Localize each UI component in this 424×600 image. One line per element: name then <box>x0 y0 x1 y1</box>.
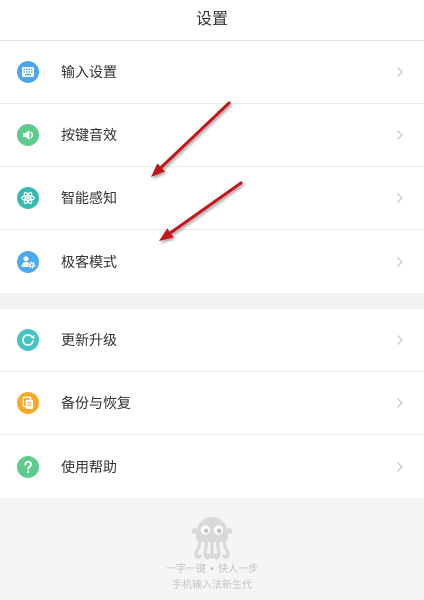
page-title-bar: 设置 <box>0 0 424 41</box>
settings-item-label: 备份与恢复 <box>61 396 131 412</box>
settings-item-label: 更新升级 <box>61 333 117 349</box>
help-icon <box>17 455 39 478</box>
backup-icon <box>17 392 39 414</box>
settings-item-help[interactable]: 使用帮助 <box>0 435 424 498</box>
footer-slogan: 一字一键 • 快人一步 <box>165 564 259 575</box>
section-separator <box>0 293 424 309</box>
octopus-logo <box>190 514 234 560</box>
chevron-right-icon <box>396 66 404 78</box>
settings-item-geek-mode[interactable]: 极客模式 <box>0 230 424 293</box>
settings-item-label: 输入设置 <box>61 65 117 81</box>
geek-mode-icon <box>17 250 39 273</box>
speaker-icon <box>17 124 39 146</box>
settings-item-backup-restore[interactable]: 备份与恢复 <box>0 372 424 435</box>
chevron-right-icon <box>396 192 404 204</box>
refresh-icon <box>17 329 39 351</box>
settings-item-smart-sense[interactable]: 智能感知 <box>0 167 424 230</box>
settings-item-key-sound[interactable]: 按键音效 <box>0 104 424 167</box>
keyboard-icon <box>17 61 39 83</box>
chevron-right-icon <box>396 129 404 141</box>
chevron-right-icon <box>396 461 404 473</box>
atom-icon <box>17 187 39 209</box>
settings-item-input-settings[interactable]: 输入设置 <box>0 41 424 104</box>
chevron-right-icon <box>396 256 404 268</box>
settings-item-label: 按键音效 <box>61 128 117 144</box>
chevron-right-icon <box>396 334 404 346</box>
settings-item-label: 智能感知 <box>61 191 117 207</box>
page-title: 设置 <box>195 9 228 28</box>
settings-item-label: 极客模式 <box>61 254 117 271</box>
settings-item-label: 使用帮助 <box>61 459 117 476</box>
chevron-right-icon <box>396 397 404 409</box>
settings-group-1: 输入设置 按键音效 智能感知 极客模式 <box>0 41 424 293</box>
settings-item-update[interactable]: 更新升级 <box>0 309 424 372</box>
footer-tagline: 手机输入法新生代 <box>172 580 252 591</box>
footer: 一字一键 • 快人一步 手机输入法新生代 <box>0 498 424 600</box>
settings-page: 设置 输入设置 按键音效 智能感知 极客模式 更新升级 备份与恢复 使用帮助 一… <box>0 0 424 600</box>
settings-group-2: 更新升级 备份与恢复 使用帮助 <box>0 309 424 498</box>
